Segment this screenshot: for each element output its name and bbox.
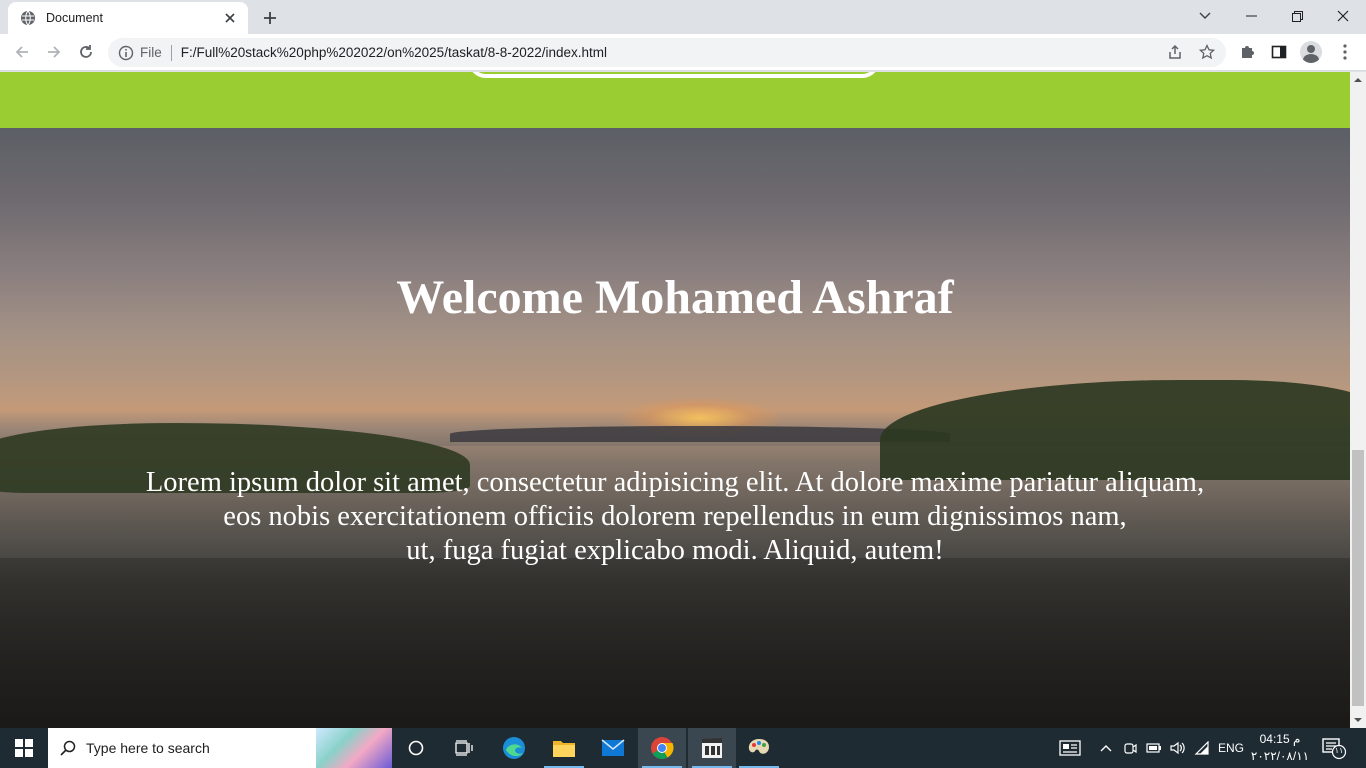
chevron-down-icon bbox=[1199, 12, 1211, 19]
folder-icon bbox=[553, 741, 575, 757]
language-indicator[interactable]: ENG bbox=[1216, 728, 1246, 768]
news-widget[interactable] bbox=[1056, 728, 1084, 768]
hero-line-3: ut, fuga fugiat explicabo modi. Aliquid,… bbox=[406, 535, 944, 566]
arrow-left-icon bbox=[15, 46, 28, 58]
tab-document[interactable]: Document bbox=[8, 2, 248, 34]
clock-date: ٢٠٢٢/٠٨/١١ bbox=[1250, 749, 1310, 763]
search-placeholder: Type here to search bbox=[86, 740, 210, 756]
camera-icon bbox=[1124, 743, 1137, 754]
speaker-icon bbox=[1170, 741, 1185, 755]
wifi-icon bbox=[1194, 741, 1209, 755]
tab-search-button[interactable] bbox=[1182, 0, 1228, 32]
back-button[interactable] bbox=[8, 38, 36, 66]
video-editor-app[interactable] bbox=[688, 728, 736, 768]
scroll-up-icon[interactable] bbox=[1354, 76, 1362, 84]
url-scheme-label: File bbox=[140, 45, 162, 60]
hero-section: Welcome Mohamed Ashraf Lorem ipsum dolor… bbox=[0, 128, 1350, 728]
notification-count: ١١ bbox=[1334, 746, 1344, 755]
profile-button[interactable] bbox=[1298, 39, 1324, 65]
scroll-down-icon[interactable] bbox=[1354, 716, 1362, 724]
show-hidden-icons-button[interactable] bbox=[1096, 728, 1116, 768]
battery-button[interactable] bbox=[1144, 728, 1164, 768]
close-window-button[interactable] bbox=[1320, 0, 1366, 32]
tab-strip: Document bbox=[0, 0, 1366, 34]
chevron-up-icon bbox=[1100, 745, 1112, 752]
minimize-icon bbox=[1245, 15, 1257, 17]
browser-toolbar: File F:/Full%20stack%20php%202022/on%202… bbox=[0, 34, 1366, 71]
network-button[interactable] bbox=[1192, 728, 1212, 768]
hero-line-1: Lorem ipsum dolor sit amet, consectetur … bbox=[145, 467, 1205, 498]
reeds-right bbox=[880, 380, 1350, 480]
arrow-right-icon bbox=[48, 46, 61, 58]
globe-icon bbox=[21, 10, 35, 26]
windows-icon bbox=[15, 739, 33, 757]
nav-pill[interactable] bbox=[468, 72, 880, 78]
task-view-icon bbox=[455, 740, 473, 756]
puzzle-icon bbox=[1242, 46, 1254, 58]
search-highlight-art bbox=[316, 728, 392, 768]
menu-button[interactable] bbox=[1332, 39, 1358, 65]
hero-heading: Welcome Mohamed Ashraf bbox=[396, 271, 954, 324]
scrollbar-thumb[interactable] bbox=[1352, 450, 1364, 706]
kebab-menu-icon bbox=[1343, 44, 1347, 60]
page-viewport: Welcome Mohamed Ashraf Lorem ipsum dolor… bbox=[0, 72, 1350, 728]
edge-icon bbox=[503, 737, 525, 759]
tab-title: Document bbox=[46, 11, 103, 25]
url-text[interactable]: F:/Full%20stack%20php%202022/on%2025/tas… bbox=[181, 45, 607, 60]
paint-app[interactable] bbox=[735, 728, 783, 768]
forward-button[interactable] bbox=[40, 38, 68, 66]
taskbar: Type here to search ENG 04:15 م ٢٠٢٢/٠٨/… bbox=[0, 728, 1366, 768]
chrome-app[interactable] bbox=[638, 728, 686, 768]
restore-button[interactable] bbox=[1274, 0, 1320, 32]
new-tab-button[interactable] bbox=[258, 6, 282, 30]
distant-hills bbox=[450, 426, 950, 442]
side-panel-icon bbox=[1271, 45, 1287, 59]
clapperboard-icon bbox=[702, 738, 722, 758]
shoreline bbox=[0, 558, 1350, 728]
minimize-button[interactable] bbox=[1228, 0, 1274, 32]
mail-icon bbox=[601, 739, 625, 756]
bookmark-button[interactable] bbox=[1196, 41, 1218, 63]
star-icon bbox=[1199, 44, 1215, 60]
close-icon bbox=[1337, 10, 1349, 22]
hero-paragraph: Lorem ipsum dolor sit amet, consectetur … bbox=[75, 466, 1275, 568]
url-separator bbox=[170, 44, 172, 61]
side-panel-button[interactable] bbox=[1266, 39, 1292, 65]
page-scrollbar[interactable] bbox=[1350, 72, 1366, 728]
reload-button[interactable] bbox=[72, 38, 100, 66]
chrome-icon bbox=[651, 737, 674, 759]
hero-line-2: eos nobis exercitationem officiis dolore… bbox=[223, 501, 1127, 532]
clock-time: 04:15 م bbox=[1259, 732, 1301, 746]
clock[interactable]: 04:15 م ٢٠٢٢/٠٨/١١ bbox=[1248, 731, 1312, 765]
taskbar-search[interactable]: Type here to search bbox=[48, 728, 392, 768]
task-view-button[interactable] bbox=[440, 728, 488, 768]
news-icon bbox=[1059, 740, 1081, 756]
cortana-button[interactable] bbox=[392, 728, 440, 768]
share-button[interactable] bbox=[1164, 41, 1186, 63]
reload-icon bbox=[80, 45, 92, 58]
meet-now-button[interactable] bbox=[1120, 728, 1140, 768]
top-band bbox=[0, 72, 1350, 128]
cortana-icon bbox=[408, 740, 424, 756]
battery-icon bbox=[1146, 743, 1161, 753]
avatar-icon bbox=[1300, 41, 1322, 63]
file-explorer-app[interactable] bbox=[540, 728, 588, 768]
extensions-button[interactable] bbox=[1234, 39, 1260, 65]
search-icon bbox=[60, 740, 76, 756]
address-bar[interactable]: File F:/Full%20stack%20php%202022/on%202… bbox=[108, 38, 1226, 67]
notification-center-button[interactable]: ١١ bbox=[1320, 736, 1348, 760]
start-button[interactable] bbox=[0, 728, 48, 768]
share-icon bbox=[1169, 44, 1181, 59]
volume-button[interactable] bbox=[1168, 728, 1188, 768]
info-icon[interactable] bbox=[118, 45, 134, 61]
mail-app[interactable] bbox=[589, 728, 637, 768]
plus-icon bbox=[264, 12, 276, 24]
restore-icon bbox=[1291, 10, 1303, 22]
palette-icon bbox=[748, 739, 769, 754]
edge-app[interactable] bbox=[490, 728, 538, 768]
close-tab-icon[interactable] bbox=[222, 10, 238, 26]
